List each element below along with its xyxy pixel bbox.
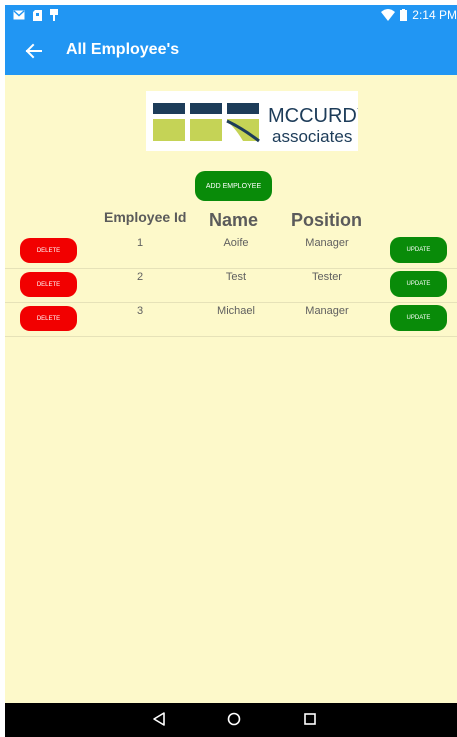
delete-button[interactable]: DELETE xyxy=(20,272,77,297)
employee-id: 3 xyxy=(137,305,144,317)
delete-button[interactable]: DELETE xyxy=(20,306,77,331)
employee-id: 1 xyxy=(137,237,144,249)
logo-line1: MCCURDY xyxy=(268,105,358,127)
delete-button[interactable]: DELETE xyxy=(20,238,77,263)
column-header-id: Employee Id xyxy=(104,209,187,225)
update-button[interactable]: UPDATE xyxy=(390,305,447,331)
row-divider xyxy=(5,302,457,303)
update-button[interactable]: UPDATE xyxy=(390,237,447,263)
system-nav-bar xyxy=(5,703,457,737)
status-time: 2:14 PM xyxy=(412,8,457,22)
status-bar: 2:14 PM xyxy=(5,5,457,27)
table-row: DELETE 3 Michael Manager UPDATE xyxy=(5,305,457,338)
app-bar: All Employee's xyxy=(5,27,457,75)
table-row: DELETE 1 Aoife Manager UPDATE xyxy=(5,237,457,270)
add-employee-button[interactable]: ADD EMPLOYEE xyxy=(195,171,272,201)
usb-icon xyxy=(50,9,58,21)
employee-id: 2 xyxy=(137,271,144,283)
employee-position: Manager xyxy=(305,305,349,317)
table-row: DELETE 2 Test Tester UPDATE xyxy=(5,271,457,304)
sd-card-icon xyxy=(33,9,42,21)
page-title: All Employee's xyxy=(66,41,180,58)
row-divider xyxy=(5,336,457,337)
employee-position: Tester xyxy=(312,271,342,283)
nav-back-icon[interactable] xyxy=(151,711,167,732)
app-screen: 2:14 PM All Employee's MCCURDY associate… xyxy=(5,5,457,737)
update-button[interactable]: UPDATE xyxy=(390,271,447,297)
company-logo: MCCURDY associates xyxy=(146,91,370,151)
arrow-left-icon[interactable] xyxy=(23,40,45,62)
mail-icon xyxy=(13,10,25,20)
column-header-name: Name xyxy=(209,210,259,230)
wifi-icon xyxy=(381,9,396,21)
battery-icon xyxy=(400,9,408,21)
column-header-position: Position xyxy=(291,210,362,230)
logo-line2: associates xyxy=(272,127,352,146)
nav-home-icon[interactable] xyxy=(226,711,242,732)
employee-name: Test xyxy=(225,271,247,283)
employee-name: Aoife xyxy=(223,237,249,249)
employee-name: Michael xyxy=(217,305,255,317)
row-divider xyxy=(5,268,457,269)
nav-recents-icon[interactable] xyxy=(302,711,318,732)
employee-position: Manager xyxy=(305,237,349,249)
